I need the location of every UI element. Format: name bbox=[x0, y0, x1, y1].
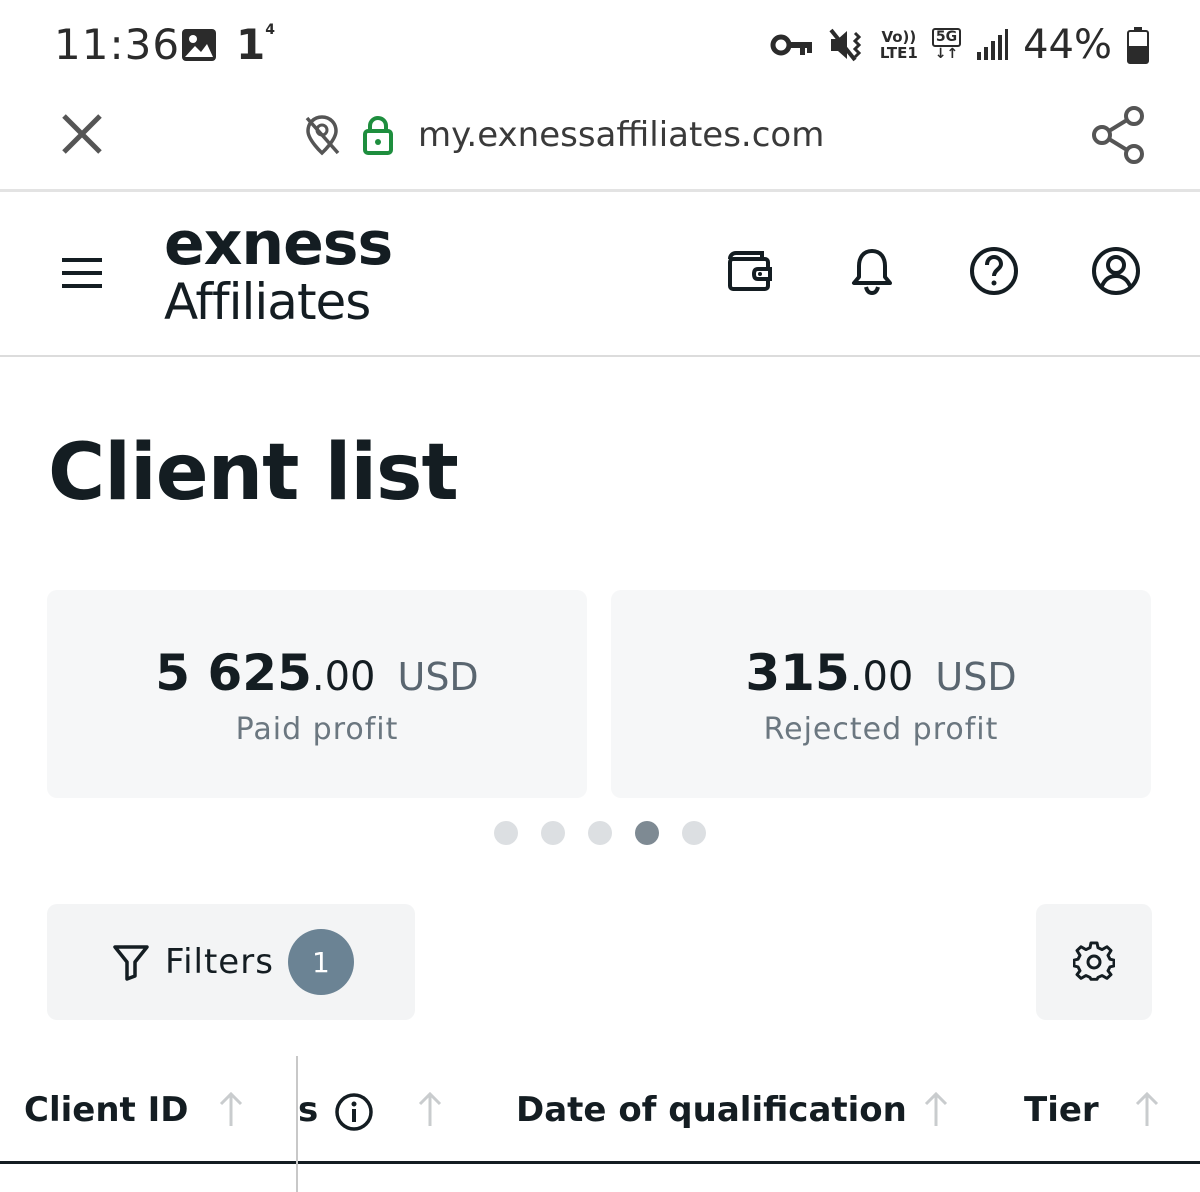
battery-percent: 44% bbox=[1023, 22, 1112, 68]
carousel-dot[interactable] bbox=[494, 821, 518, 845]
network-indicator: 5G ↓↑ bbox=[931, 28, 962, 62]
info-icon[interactable] bbox=[334, 1092, 374, 1132]
rejected-profit-label: Rejected profit bbox=[763, 712, 999, 747]
sort-arrow-icon[interactable] bbox=[923, 1090, 949, 1130]
rejected-profit-amount: 315.00 USD bbox=[745, 644, 1017, 702]
close-icon[interactable] bbox=[58, 110, 106, 158]
client-table-header: Client ID s Date of qualification Tier bbox=[0, 1056, 1200, 1164]
carousel-dot[interactable] bbox=[541, 821, 565, 845]
share-icon[interactable] bbox=[1090, 104, 1148, 166]
status-icons: Vo)) LTE1 5G ↓↑ 44% bbox=[770, 20, 1150, 70]
carousel-dot[interactable] bbox=[588, 821, 612, 845]
exness-affiliates-logo[interactable]: exness Affiliates bbox=[164, 209, 393, 331]
lock-icon bbox=[363, 115, 393, 155]
gallery-icon bbox=[182, 29, 216, 61]
paid-profit-amount: 5 625.00 USD bbox=[155, 644, 479, 702]
browser-bar: my.exnessaffiliates.com bbox=[0, 92, 1200, 192]
help-icon[interactable] bbox=[968, 245, 1020, 297]
menu-icon[interactable] bbox=[60, 255, 104, 291]
status-time: 11:36 bbox=[54, 20, 181, 69]
paid-profit-card: 5 625.00 USD Paid profit bbox=[47, 590, 587, 798]
column-header-date-of-qualification[interactable]: Date of qualification bbox=[516, 1088, 907, 1132]
battery-icon bbox=[1127, 27, 1149, 64]
filter-icon bbox=[113, 945, 149, 981]
rejected-profit-card: 315.00 USD Rejected profit bbox=[611, 590, 1151, 798]
sort-arrow-icon[interactable] bbox=[218, 1090, 244, 1130]
filters-button[interactable]: Filters 1 bbox=[47, 904, 415, 1020]
account-icon[interactable] bbox=[1090, 245, 1142, 297]
logo-subtitle: Affiliates bbox=[164, 273, 371, 331]
gear-icon bbox=[1073, 941, 1115, 981]
url-text: my.exnessaffiliates.com bbox=[418, 115, 825, 155]
app-header: exness Affiliates bbox=[0, 195, 1200, 357]
paid-profit-label: Paid profit bbox=[235, 712, 399, 747]
notification-count: 14 bbox=[236, 20, 275, 69]
filters-label: Filters bbox=[165, 942, 274, 982]
mute-vibrate-icon bbox=[829, 28, 861, 62]
carousel-dot[interactable] bbox=[682, 821, 706, 845]
url-field[interactable]: my.exnessaffiliates.com bbox=[302, 110, 824, 160]
column-header-tier[interactable]: Tier bbox=[1024, 1088, 1099, 1132]
status-bar: 11:36 14 Vo)) LTE1 5G ↓↑ 44% bbox=[0, 0, 1200, 92]
column-header-status[interactable]: s bbox=[298, 1088, 318, 1132]
column-header-client-id[interactable]: Client ID bbox=[24, 1088, 189, 1132]
sticky-column-divider[interactable] bbox=[296, 1056, 298, 1192]
sort-arrow-icon[interactable] bbox=[1134, 1090, 1160, 1130]
logo-wordmark: exness bbox=[164, 209, 393, 279]
page-title: Client list bbox=[48, 428, 459, 518]
carousel-pagination bbox=[494, 821, 706, 845]
signal-icon bbox=[977, 29, 1009, 60]
volte-indicator: Vo)) LTE1 bbox=[879, 28, 918, 62]
sort-arrow-icon[interactable] bbox=[417, 1090, 443, 1130]
carousel-dot[interactable] bbox=[635, 821, 659, 845]
wallet-icon[interactable] bbox=[724, 245, 776, 297]
key-icon bbox=[770, 34, 812, 56]
table-settings-button[interactable] bbox=[1036, 904, 1152, 1020]
bell-icon[interactable] bbox=[846, 245, 898, 297]
tracking-off-icon[interactable] bbox=[302, 113, 342, 157]
filters-count-badge: 1 bbox=[287, 929, 354, 995]
